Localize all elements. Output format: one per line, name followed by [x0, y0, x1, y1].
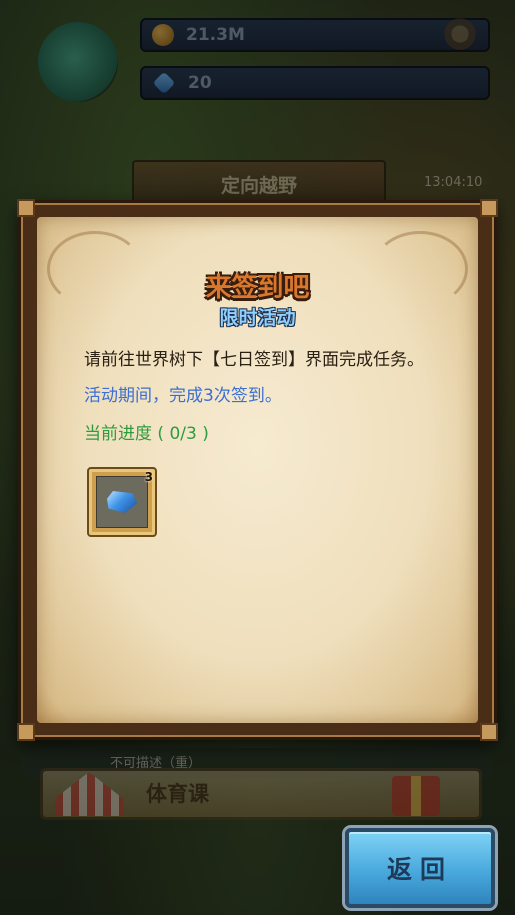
parchment-panel: 来签到吧 限时活动 请前往世界树下【七日签到】界面完成任务。 活动期间，完成3次…: [37, 217, 478, 723]
reward-count: 3: [144, 470, 153, 484]
instruction-text: 请前往世界树下【七日签到】界面完成任务。: [84, 350, 424, 370]
dialog-title: 来签到吧: [205, 273, 310, 303]
frame-corner: [480, 723, 498, 741]
reward-item-frame: [96, 476, 148, 528]
dialog-subtitle: 限时活动: [219, 307, 296, 329]
requirement-text: 活动期间，完成3次签到。: [84, 386, 282, 406]
blue-crystal-icon: [107, 491, 137, 513]
frame-corner: [480, 199, 498, 217]
return-button[interactable]: 返回: [345, 828, 495, 908]
frame-corner: [17, 723, 35, 741]
progress-text: 当前进度 ( 0/3 ): [84, 424, 209, 444]
frame-corner: [17, 199, 35, 217]
reward-item-slot[interactable]: 3: [87, 467, 157, 537]
event-dialog: 来签到吧 限时活动 请前往世界树下【七日签到】界面完成任务。 活动期间，完成3次…: [17, 199, 498, 741]
